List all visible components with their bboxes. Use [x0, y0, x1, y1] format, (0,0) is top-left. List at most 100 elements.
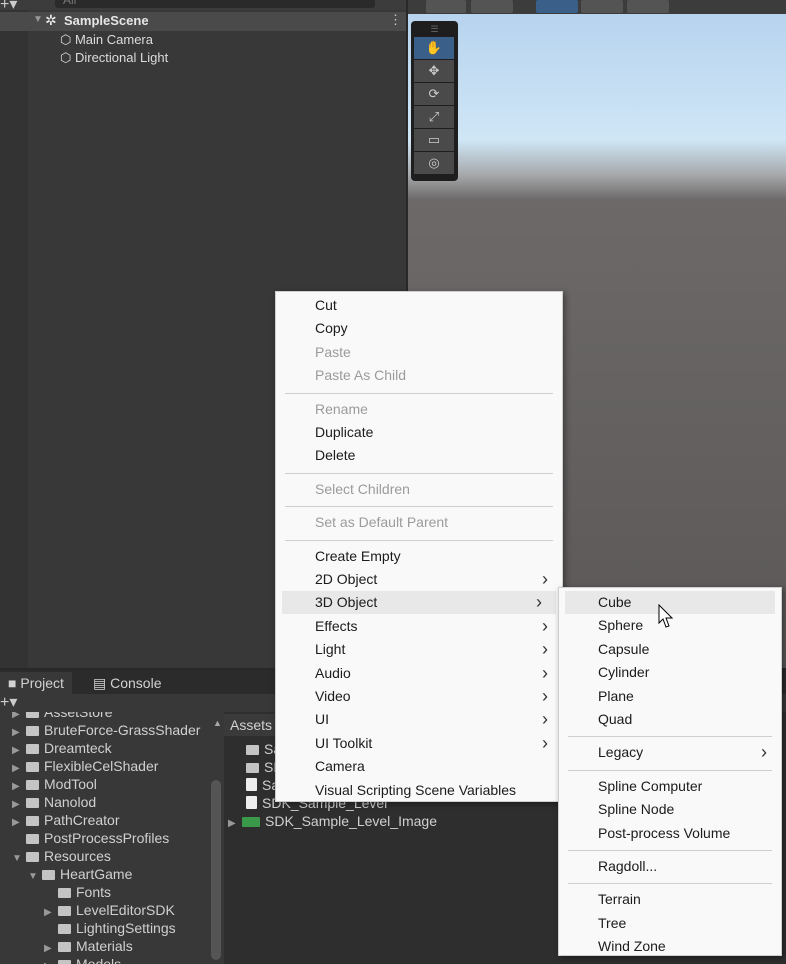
menu-item-ui[interactable]: UI › — [276, 708, 562, 731]
tab-label: Console — [110, 675, 162, 691]
tab-label: Project — [20, 675, 64, 691]
tree-item[interactable]: ▶ Materials — [44, 937, 133, 955]
menu-item-label: Cut — [315, 297, 337, 313]
tree-item[interactable]: ▶ AssetStore — [12, 712, 112, 721]
hand-tool-icon[interactable]: ✋ — [414, 37, 454, 59]
tree-item-label: PathCreator — [44, 812, 120, 828]
tree-item[interactable]: ▶ Nanolod — [12, 793, 96, 811]
menu-item-wind-zone[interactable]: Wind Zone — [559, 935, 781, 958]
menu-item-ui-toolkit[interactable]: UI Toolkit › — [276, 732, 562, 755]
gameobject-cube-icon: ⬡ — [60, 32, 75, 47]
create-button[interactable]: +▾ — [0, 692, 17, 712]
menu-item-cylinder[interactable]: Cylinder — [559, 661, 781, 684]
gizmo-dropdown[interactable] — [471, 0, 513, 13]
grid-snap-toggle[interactable] — [536, 0, 578, 13]
menu-item-audio[interactable]: Audio › — [276, 662, 562, 685]
tree-scrollbar[interactable] — [211, 780, 221, 960]
increment-dropdown[interactable] — [627, 0, 669, 13]
menu-item-duplicate[interactable]: Duplicate — [276, 421, 562, 444]
menu-item-legacy[interactable]: Legacy › — [559, 741, 781, 764]
hierarchy-item[interactable]: ⬡ Main Camera — [60, 31, 168, 49]
drag-handle[interactable]: ☰ — [414, 24, 455, 36]
menu-item-label: Tree — [598, 914, 627, 931]
collapsed-arrow-icon[interactable]: ▶ — [228, 815, 242, 833]
expand-arrow-icon[interactable]: ▼ — [33, 14, 43, 25]
hierarchy-gutter — [0, 10, 28, 668]
menu-item-label: UI Toolkit — [315, 734, 373, 751]
hierarchy-search-input[interactable]: All — [55, 0, 375, 8]
tab-console[interactable]: ▤ Console — [85, 672, 170, 694]
folder-icon: ■ — [8, 675, 21, 691]
menu-item-visual-scripting-scene-variables[interactable]: Visual Scripting Scene Variables — [276, 779, 562, 802]
menu-item-cut[interactable]: Cut — [276, 294, 562, 317]
menu-item-ragdoll-[interactable]: Ragdoll... — [559, 855, 781, 878]
tree-item[interactable]: Fonts — [44, 883, 111, 901]
menu-item-post-process-volume[interactable]: Post-process Volume — [559, 822, 781, 845]
chevron-right-icon: › — [542, 686, 548, 706]
collapsed-arrow-icon[interactable]: ▶ — [44, 958, 58, 964]
tree-item[interactable]: ▼ Resources — [12, 847, 111, 865]
project-tree: ▶ AssetStore ▶ BruteForce-GrassShader ▶ Dream… — [0, 712, 222, 964]
menu-item-spline-node[interactable]: Spline Node — [559, 798, 781, 821]
3d-object-submenu: Cube Sphere Capsule Cylinder Plane Quad Legacy… — [558, 587, 782, 956]
menu-item-delete[interactable]: Delete — [276, 444, 562, 467]
menu-item-capsule[interactable]: Capsule — [559, 638, 781, 661]
tree-item[interactable]: ▶ ModTool — [12, 775, 97, 793]
rect-tool-icon[interactable]: ▭ — [414, 129, 454, 151]
rotate-tool-icon[interactable]: ⟳ — [414, 83, 454, 105]
chevron-right-icon: › — [536, 592, 542, 613]
scale-tool-icon[interactable]: ⤢ — [414, 106, 454, 128]
tree-item[interactable]: ▶ Models — [44, 955, 121, 964]
menu-item-label: Effects — [315, 617, 358, 634]
tree-item[interactable]: ▶ LevelEditorSDK — [44, 901, 175, 919]
scene-root-row[interactable]: ▼ ✲ SampleScene ⋮ — [0, 12, 406, 31]
menu-item-quad[interactable]: Quad — [559, 708, 781, 731]
tree-item[interactable]: ▶ PathCreator — [12, 811, 119, 829]
menu-item-label: Camera — [315, 758, 365, 775]
tree-item[interactable]: ▶ BruteForce-GrassShader — [12, 721, 200, 739]
tree-item-label: BruteForce-GrassShader — [44, 722, 201, 738]
menu-item-copy[interactable]: Copy — [276, 317, 562, 340]
tree-item-label: FlexibleCelShader — [44, 758, 159, 774]
tree-item[interactable]: ▼ HeartGame — [28, 865, 132, 883]
tab-project[interactable]: ■ Project — [0, 672, 72, 694]
transform-tool-icon[interactable]: ◎ — [414, 152, 454, 174]
menu-item-terrain[interactable]: Terrain — [559, 888, 781, 911]
menu-item-video[interactable]: Video › — [276, 685, 562, 708]
mouse-cursor-icon — [658, 604, 674, 628]
expanded-arrow-icon[interactable]: ▼ — [12, 850, 26, 868]
menu-item-label: Post-process Volume — [598, 824, 731, 841]
menu-item-camera[interactable]: Camera — [276, 755, 562, 778]
chevron-right-icon: › — [542, 639, 548, 660]
menu-item-tree[interactable]: Tree — [559, 912, 781, 935]
tree-item-label: Resources — [44, 848, 111, 864]
snap-dropdown[interactable] — [581, 0, 623, 13]
menu-item-light[interactable]: Light › — [276, 638, 562, 661]
expanded-arrow-icon[interactable]: ▼ — [28, 868, 42, 886]
menu-item-create-empty[interactable]: Create Empty — [276, 545, 562, 568]
menu-item-label: Cylinder — [598, 664, 650, 681]
menu-separator — [285, 506, 553, 508]
folder-icon — [58, 942, 71, 952]
tree-item[interactable]: ▶ Dreamteck — [12, 739, 112, 757]
hierarchy-item[interactable]: ⬡ Directional Light — [60, 49, 168, 67]
draw-mode-dropdown[interactable] — [426, 0, 466, 13]
tree-item[interactable]: LightingSettings — [44, 919, 176, 937]
item-label: Main Camera — [74, 32, 153, 47]
menu-item-spline-computer[interactable]: Spline Computer — [559, 775, 781, 798]
scroll-up-icon[interactable]: ▲ — [213, 718, 222, 728]
menu-separator — [568, 883, 772, 885]
menu-item-effects[interactable]: Effects › — [276, 615, 562, 638]
tree-item[interactable]: PostProcessProfiles — [12, 829, 169, 847]
chevron-right-icon: › — [542, 662, 548, 683]
tree-item-label: Nanolod — [44, 794, 97, 810]
asset-item[interactable]: ▶ SDK_Sample_Level_Image — [228, 812, 437, 830]
move-tool-icon[interactable]: ✥ — [414, 60, 454, 82]
more-options-icon[interactable]: ⋮ — [389, 12, 402, 28]
menu-item-2d-object[interactable]: 2D Object › — [276, 568, 562, 591]
tree-item-label: Models — [76, 956, 122, 964]
tree-item[interactable]: ▶ FlexibleCelShader — [12, 757, 158, 775]
menu-item-label: Plane — [598, 687, 634, 704]
menu-item-3d-object[interactable]: 3D Object › — [282, 591, 556, 615]
menu-item-plane[interactable]: Plane — [559, 685, 781, 708]
